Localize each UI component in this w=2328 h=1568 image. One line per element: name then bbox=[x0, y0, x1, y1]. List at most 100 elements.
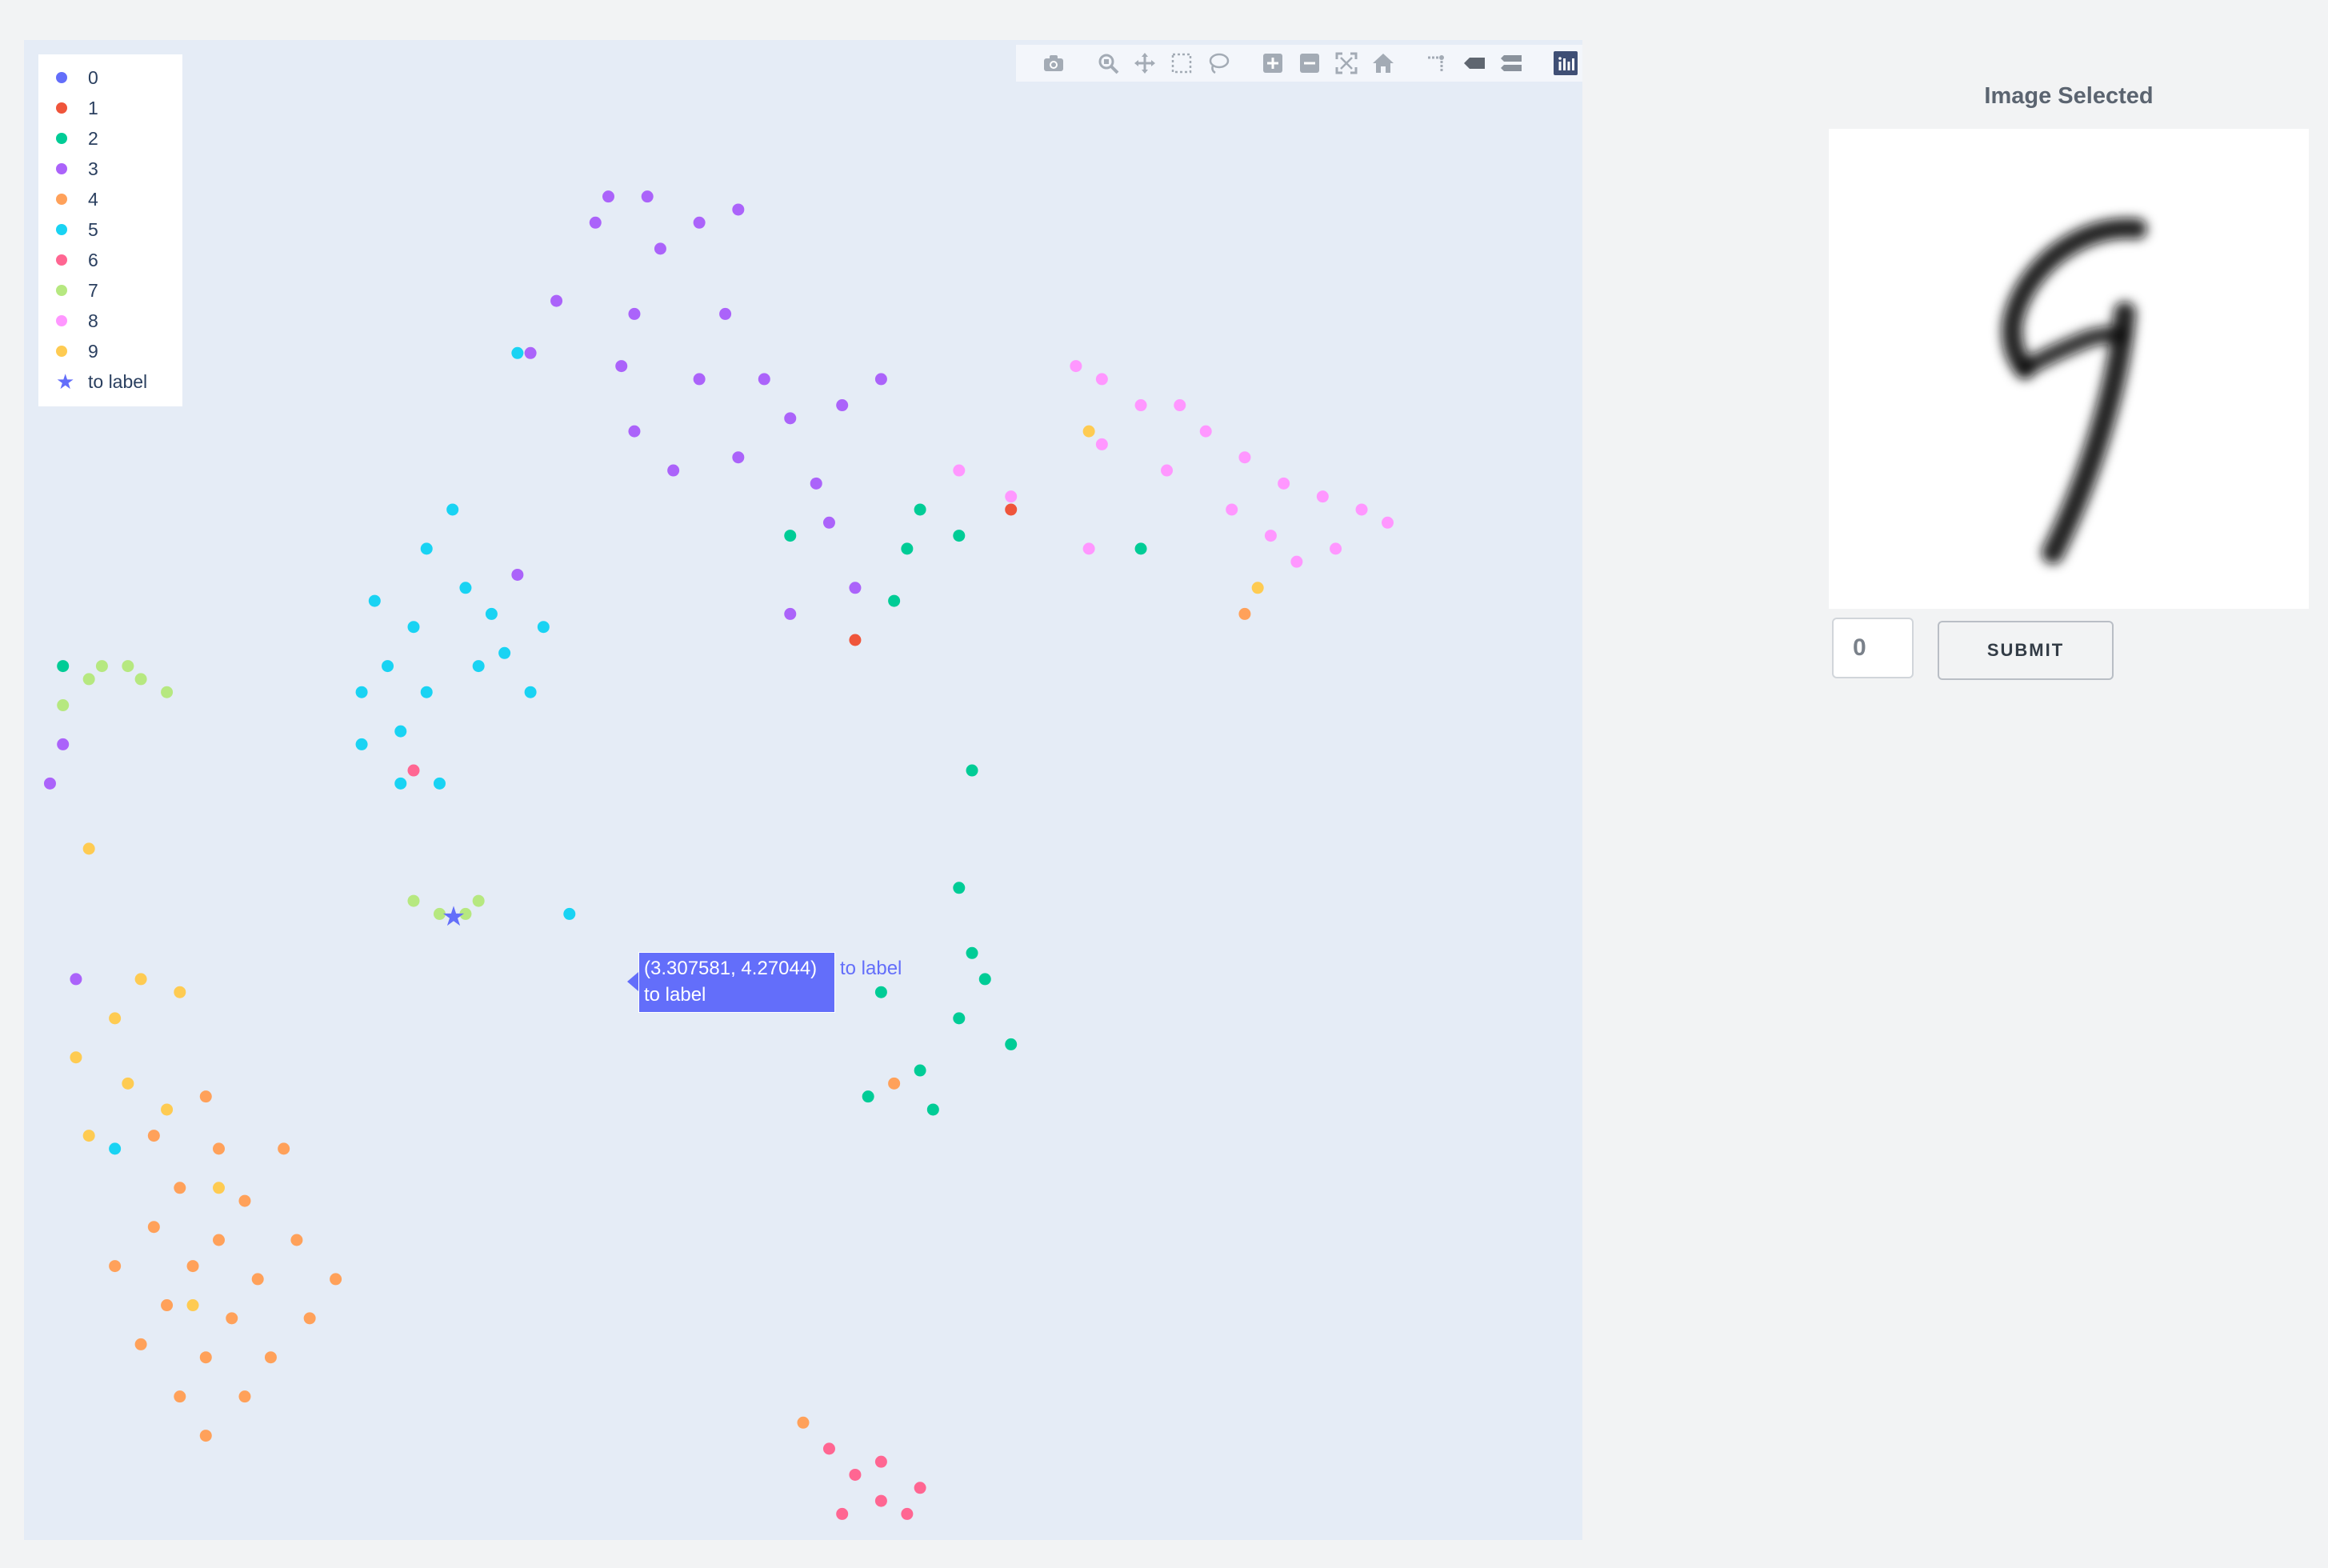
point-class-3[interactable] bbox=[628, 425, 641, 438]
point-class-4[interactable] bbox=[290, 1234, 303, 1246]
point-class-1[interactable] bbox=[1005, 503, 1018, 516]
point-class-8[interactable] bbox=[1382, 516, 1394, 529]
legend-item[interactable]: 0 bbox=[56, 62, 182, 93]
autoscale-icon[interactable] bbox=[1330, 47, 1363, 79]
zoom-in-icon[interactable] bbox=[1256, 47, 1290, 79]
point-class-5[interactable] bbox=[472, 660, 485, 673]
point-class-7[interactable] bbox=[407, 894, 420, 907]
point-class-7[interactable] bbox=[134, 673, 147, 686]
scatter-plot[interactable]: ★ 0 1 2 3 4 5 6 7 8 9 ★ to label (3.307581, 4.27044… bbox=[24, 40, 1582, 1540]
point-class-8[interactable] bbox=[1278, 477, 1290, 490]
point-class-4[interactable] bbox=[174, 1390, 186, 1403]
camera-icon[interactable] bbox=[1037, 47, 1070, 79]
point-class-4[interactable] bbox=[238, 1194, 251, 1207]
point-class-3[interactable] bbox=[719, 307, 732, 320]
point-class-3[interactable] bbox=[693, 373, 706, 386]
hover-compare-icon[interactable] bbox=[1494, 47, 1528, 79]
point-class-5[interactable] bbox=[446, 503, 459, 516]
point-to-label[interactable]: ★ bbox=[442, 901, 466, 933]
point-class-4[interactable] bbox=[251, 1273, 264, 1286]
point-class-1[interactable] bbox=[849, 634, 862, 646]
point-class-9[interactable] bbox=[161, 1103, 174, 1116]
point-class-5[interactable] bbox=[355, 686, 368, 698]
point-class-3[interactable] bbox=[874, 373, 887, 386]
point-class-4[interactable] bbox=[213, 1234, 225, 1246]
point-class-9[interactable] bbox=[70, 1051, 82, 1064]
point-class-7[interactable] bbox=[95, 660, 108, 673]
point-class-3[interactable] bbox=[511, 568, 524, 581]
point-class-8[interactable] bbox=[1161, 464, 1174, 477]
point-class-8[interactable] bbox=[1330, 542, 1342, 555]
point-class-7[interactable] bbox=[122, 660, 134, 673]
plotly-logo-icon[interactable] bbox=[1549, 47, 1582, 79]
point-class-5[interactable] bbox=[511, 346, 524, 359]
point-class-8[interactable] bbox=[1264, 530, 1277, 542]
point-class-3[interactable] bbox=[693, 216, 706, 229]
point-class-6[interactable] bbox=[914, 1482, 926, 1494]
legend-item[interactable]: ★ to label bbox=[56, 366, 182, 397]
point-class-2[interactable] bbox=[926, 1103, 939, 1116]
point-class-7[interactable] bbox=[161, 686, 174, 698]
point-class-8[interactable] bbox=[1199, 425, 1212, 438]
point-class-8[interactable] bbox=[1082, 542, 1095, 555]
spike-lines-icon[interactable] bbox=[1421, 47, 1454, 79]
point-class-4[interactable] bbox=[109, 1260, 122, 1273]
point-class-8[interactable] bbox=[1226, 503, 1238, 516]
point-class-9[interactable] bbox=[174, 986, 186, 998]
point-class-3[interactable] bbox=[602, 190, 614, 203]
point-class-8[interactable] bbox=[1005, 490, 1018, 503]
point-class-6[interactable] bbox=[407, 764, 420, 777]
point-class-4[interactable] bbox=[161, 1299, 174, 1312]
point-class-2[interactable] bbox=[784, 530, 797, 542]
point-class-7[interactable] bbox=[82, 673, 95, 686]
point-class-3[interactable] bbox=[784, 412, 797, 425]
point-class-9[interactable] bbox=[1082, 425, 1095, 438]
point-class-3[interactable] bbox=[849, 582, 862, 594]
point-class-8[interactable] bbox=[1174, 399, 1186, 412]
point-class-8[interactable] bbox=[953, 464, 966, 477]
legend-item[interactable]: 8 bbox=[56, 306, 182, 336]
point-class-6[interactable] bbox=[874, 1494, 887, 1507]
point-class-8[interactable] bbox=[1238, 451, 1251, 464]
point-class-2[interactable] bbox=[966, 764, 978, 777]
point-class-9[interactable] bbox=[213, 1182, 225, 1194]
point-class-8[interactable] bbox=[1070, 360, 1082, 373]
point-class-2[interactable] bbox=[953, 882, 966, 894]
point-class-5[interactable] bbox=[485, 607, 498, 620]
point-class-4[interactable] bbox=[278, 1142, 290, 1155]
point-class-3[interactable] bbox=[524, 346, 537, 359]
point-class-8[interactable] bbox=[1290, 555, 1303, 568]
point-class-5[interactable] bbox=[433, 777, 446, 790]
label-input[interactable] bbox=[1832, 618, 1914, 678]
point-class-5[interactable] bbox=[368, 594, 381, 607]
point-class-8[interactable] bbox=[1316, 490, 1329, 503]
point-class-9[interactable] bbox=[134, 973, 147, 986]
point-class-5[interactable] bbox=[524, 686, 537, 698]
point-class-3[interactable] bbox=[758, 373, 770, 386]
point-class-5[interactable] bbox=[537, 621, 550, 634]
point-class-5[interactable] bbox=[498, 646, 511, 659]
point-class-3[interactable] bbox=[732, 203, 745, 216]
point-class-6[interactable] bbox=[822, 1442, 835, 1455]
point-class-2[interactable] bbox=[57, 660, 70, 673]
point-class-3[interactable] bbox=[57, 738, 70, 750]
point-class-2[interactable] bbox=[1005, 1038, 1018, 1050]
point-class-7[interactable] bbox=[57, 699, 70, 712]
point-class-6[interactable] bbox=[849, 1468, 862, 1481]
point-class-3[interactable] bbox=[667, 464, 680, 477]
point-class-4[interactable] bbox=[226, 1312, 238, 1325]
point-class-2[interactable] bbox=[901, 542, 914, 555]
point-class-2[interactable] bbox=[1134, 542, 1147, 555]
point-class-5[interactable] bbox=[109, 1142, 122, 1155]
point-class-4[interactable] bbox=[199, 1090, 212, 1103]
point-class-9[interactable] bbox=[82, 842, 95, 855]
point-class-2[interactable] bbox=[914, 1064, 926, 1077]
point-class-5[interactable] bbox=[394, 725, 407, 738]
point-class-6[interactable] bbox=[901, 1507, 914, 1520]
point-class-9[interactable] bbox=[186, 1299, 199, 1312]
point-class-4[interactable] bbox=[186, 1260, 199, 1273]
point-class-4[interactable] bbox=[330, 1273, 342, 1286]
point-class-2[interactable] bbox=[874, 986, 887, 998]
point-class-3[interactable] bbox=[550, 294, 563, 307]
hover-closest-icon[interactable] bbox=[1458, 47, 1491, 79]
